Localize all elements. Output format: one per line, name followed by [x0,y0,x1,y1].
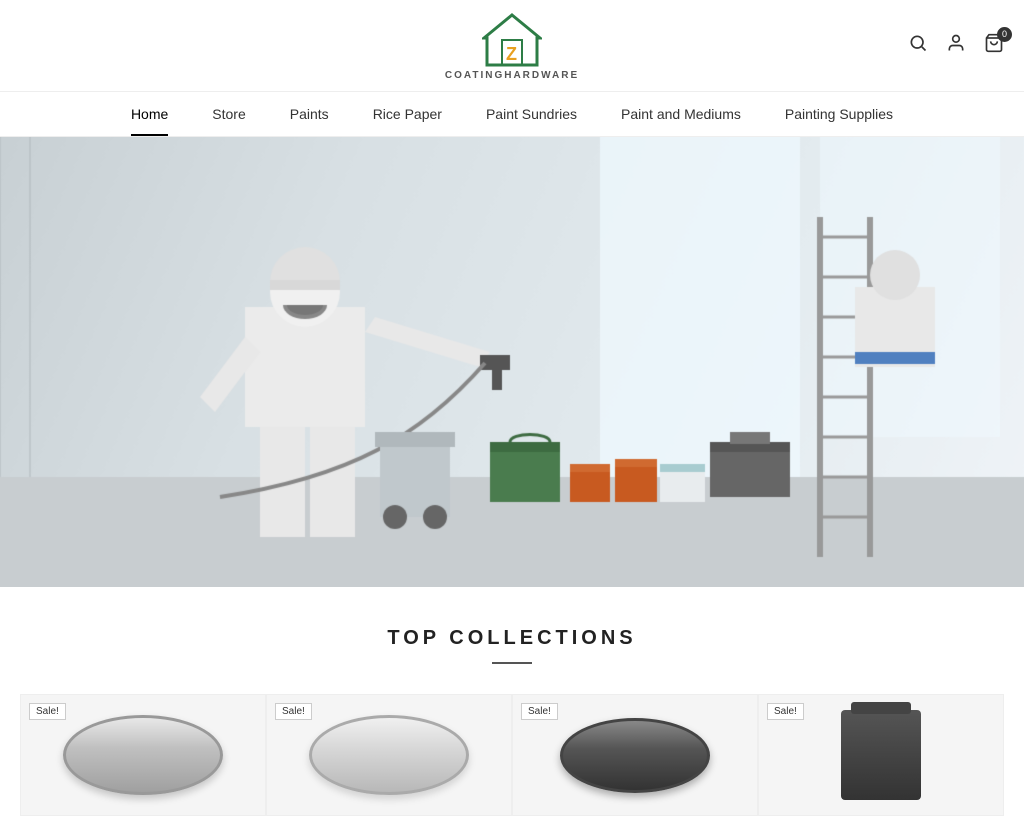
header: Z COATINGHARDWARE 0 [0,0,1024,92]
svg-text:Z: Z [506,44,517,64]
collections-divider [492,662,532,664]
hero-section [0,137,1024,587]
sale-badge-4: Sale! [767,703,804,720]
product-card-3[interactable]: Sale! [512,694,758,816]
product-card-1[interactable]: Sale! [20,694,266,816]
main-nav: Home Store Paints Rice Paper Paint Sundr… [0,92,1024,137]
product-card-4[interactable]: Sale! [758,694,1004,816]
nav-item-paint-mediums[interactable]: Paint and Mediums [599,92,763,136]
sale-badge-3: Sale! [521,703,558,720]
product-card-2[interactable]: Sale! [266,694,512,816]
cart-count: 0 [997,27,1012,42]
collections-grid: Sale! Sale! Sale! Sale! [20,694,1004,816]
paint-lid-icon-1 [63,715,223,795]
paint-container-icon-4 [841,710,921,800]
nav-item-store[interactable]: Store [190,92,267,136]
logo[interactable]: Z COATINGHARDWARE [445,10,579,81]
nav-item-painting-supplies[interactable]: Painting Supplies [763,92,915,136]
sale-badge-1: Sale! [29,703,66,720]
nav-item-rice-paper[interactable]: Rice Paper [351,92,464,136]
collections-section: TOP COLLECTIONS Sale! Sale! Sale! Sale! [0,587,1024,836]
sale-badge-2: Sale! [275,703,312,720]
paint-lid-icon-2 [309,715,469,795]
nav-item-home[interactable]: Home [109,92,190,136]
nav-item-paint-sundries[interactable]: Paint Sundries [464,92,599,136]
nav-item-paints[interactable]: Paints [268,92,351,136]
hero-image [0,137,1024,587]
account-icon[interactable] [946,33,966,59]
header-icons: 0 [908,33,1004,59]
search-icon[interactable] [908,33,928,59]
logo-icon: Z [482,10,542,70]
cart-icon[interactable]: 0 [984,33,1004,59]
site-name: COATINGHARDWARE [445,70,579,81]
paint-lid-icon-3 [560,718,710,793]
collections-title: TOP COLLECTIONS [20,627,1004,650]
